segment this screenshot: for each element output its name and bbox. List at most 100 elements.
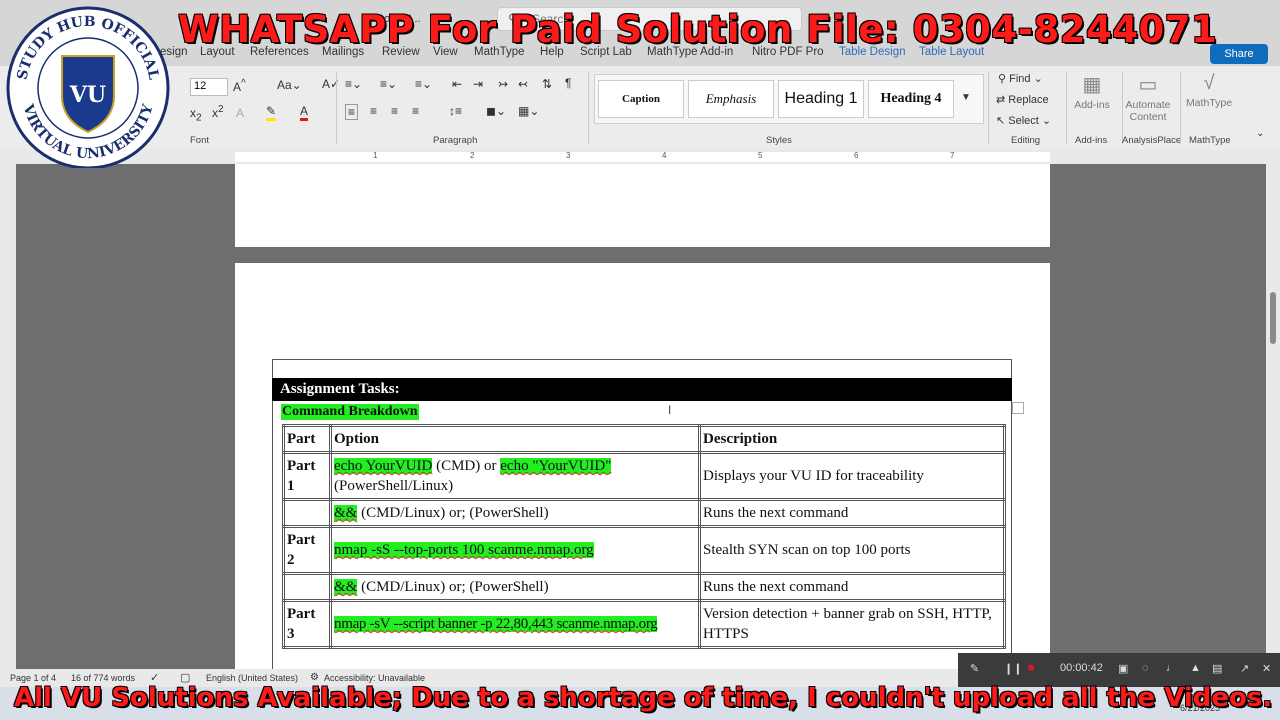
assignment-tasks-header: Assignment Tasks: (272, 378, 1012, 401)
font-size-select[interactable]: 12 (190, 78, 228, 96)
style-caption[interactable]: Caption (598, 80, 684, 118)
pause-icon[interactable]: ❙❙ (1004, 662, 1022, 675)
mathtype-icon: √ (1203, 72, 1215, 94)
divider (988, 72, 989, 144)
part-cell[interactable]: Part 3 (282, 599, 332, 649)
stop-icon[interactable]: ■ (1028, 662, 1035, 674)
font-color-icon[interactable]: A (300, 104, 309, 121)
table-row: Part 2 nmap -sS --top-ports 100 scanme.nm… (282, 525, 1006, 575)
page-count[interactable]: Page 1 of 4 (10, 673, 56, 683)
command-table: Part Option Description Part 1 echo YourV… (282, 424, 1006, 649)
bullets-icon[interactable]: ≡⌄ (345, 77, 362, 91)
page-previous (235, 164, 1050, 247)
style-heading-4[interactable]: Heading 4 (868, 80, 954, 118)
borders-icon[interactable]: ▦⌄ (518, 104, 539, 118)
ruler-number: 7 (950, 151, 955, 160)
styles-more-icon[interactable]: ▼ (961, 92, 971, 103)
table-row: && (CMD/Linux) or; (PowerShell) Runs the… (282, 572, 1006, 602)
option-cell[interactable]: nmap -sV --script banner -p 22,80,443 sc… (329, 599, 701, 649)
vertical-ruler (0, 164, 16, 669)
scrollbar-thumb[interactable] (1270, 292, 1276, 344)
table-row: Part 1 echo YourVUID (CMD) or echo "YourV… (282, 451, 1006, 501)
header-part: Part (282, 424, 332, 454)
shading-icon[interactable]: ◼⌄ (486, 104, 506, 118)
justify-icon[interactable]: ≡ (412, 104, 419, 118)
recording-timer: 00:00:42 (1060, 662, 1103, 674)
header-description: Description (698, 424, 1006, 454)
styles-group-label: Styles (766, 135, 792, 146)
alert-icon[interactable]: ▲ (1190, 662, 1201, 674)
study-hub-logo: STUDY HUB OFFICIAL VIRTUAL UNIVERSITY VU (6, 6, 170, 168)
align-right-icon[interactable]: ≡ (391, 104, 398, 118)
close-icon[interactable]: ✕ (1262, 662, 1271, 675)
description-cell[interactable]: Version detection + banner grab on SSH, … (698, 599, 1006, 649)
align-center-icon[interactable]: ≡ (370, 104, 377, 118)
part-cell[interactable] (282, 498, 332, 528)
table-resize-handle[interactable] (1012, 402, 1024, 414)
select-button[interactable]: ↖ Select ⌄ (996, 114, 1051, 127)
chat-icon[interactable]: ▤ (1212, 662, 1222, 675)
change-case-icon[interactable]: Aa⌄ (277, 78, 302, 92)
ruler-number: 6 (854, 151, 859, 160)
language-status[interactable]: English (United States) (206, 673, 298, 683)
mathtype-group-label: MathType (1189, 135, 1231, 146)
option-cell[interactable]: echo YourVUID (CMD) or echo "YourVUID" (… (329, 451, 701, 501)
speaker-muted-icon[interactable]: ♩ (1166, 662, 1177, 674)
camera-icon[interactable]: ▣ (1118, 662, 1128, 675)
description-cell[interactable]: Runs the next command (698, 498, 1006, 528)
addins-group-label: Add-ins (1075, 135, 1108, 146)
style-emphasis[interactable]: Emphasis (688, 80, 774, 118)
collapse-ribbon-icon[interactable]: ⌄ (1256, 128, 1264, 139)
accessibility-status[interactable]: Accessibility: Unavailable (324, 673, 425, 683)
subscript-icon[interactable]: x2 (190, 106, 202, 123)
mic-muted-icon[interactable]: ◌ (1142, 662, 1149, 674)
mathtype-button[interactable]: √ MathType (1180, 72, 1238, 109)
text-cursor-icon: I (668, 403, 672, 417)
decrease-indent-icon[interactable]: ⇤ (452, 77, 462, 91)
description-cell[interactable]: Stealth SYN scan on top 100 ports (698, 525, 1006, 575)
align-left-icon[interactable]: ≡ (345, 104, 359, 120)
option-cell[interactable]: && (CMD/Linux) or; (PowerShell) (329, 572, 701, 602)
description-cell[interactable]: Runs the next command (698, 572, 1006, 602)
text-effects-icon[interactable]: A (236, 106, 244, 120)
increase-indent-icon[interactable]: ⇥ (473, 77, 483, 91)
numbering-icon[interactable]: ≡⌄ (380, 77, 397, 91)
option-cell[interactable]: nmap -sS --top-ports 100 scanme.nmap.org (329, 525, 701, 575)
part-cell[interactable]: Part 1 (282, 451, 332, 501)
find-button[interactable]: ⚲ Find ⌄ (998, 72, 1043, 85)
ruler-number: 4 (662, 151, 667, 160)
description-cell[interactable]: Displays your VU ID for traceability (698, 451, 1006, 501)
expand-icon[interactable]: ↗ (1240, 662, 1249, 675)
automate-content-button[interactable]: ▭ Automate Content (1119, 72, 1177, 123)
ruler-number: 1 (373, 151, 378, 160)
clear-format-icon[interactable]: A✓ (322, 77, 340, 91)
command-breakdown-heading: Command Breakdown (281, 404, 419, 420)
vertical-scrollbar[interactable] (1266, 164, 1280, 669)
font-group-label: Font (190, 135, 210, 146)
replace-button[interactable]: ⇄ Replace (996, 93, 1049, 106)
divider (336, 72, 337, 144)
style-heading-1[interactable]: Heading 1 (778, 80, 864, 118)
grow-font-icon[interactable]: A^ (233, 78, 246, 94)
line-spacing-icon[interactable]: ↕≡ (449, 104, 462, 118)
addins-button[interactable]: ▦ Add-ins (1063, 72, 1121, 111)
multilevel-list-icon[interactable]: ≡⌄ (415, 77, 432, 91)
show-marks-icon[interactable]: ¶ (565, 76, 571, 90)
word-count[interactable]: 16 of 774 words (71, 673, 135, 683)
addins-icon: ▦ (1082, 74, 1102, 96)
part-cell[interactable] (282, 572, 332, 602)
accessibility-icon: ⚙ (310, 672, 319, 683)
rtl-icon[interactable]: ↢ (518, 77, 528, 91)
ruler-number: 3 (566, 151, 571, 160)
highlight-color-icon[interactable]: ✎ (266, 104, 277, 121)
superscript-icon[interactable]: x2 (212, 104, 224, 120)
svg-text:VU: VU (69, 82, 106, 108)
table-row: Part 3 nmap -sV --script banner -p 22,80,… (282, 599, 1006, 649)
part-cell[interactable]: Part 2 (282, 525, 332, 575)
ltr-icon[interactable]: ↣ (498, 77, 508, 91)
sort-icon[interactable]: ⇅ (542, 77, 552, 91)
ruler-number: 5 (758, 151, 763, 160)
share-button[interactable]: Share (1210, 44, 1268, 64)
option-cell[interactable]: && (CMD/Linux) or; (PowerShell) (329, 498, 701, 528)
pen-icon[interactable]: ✎ (970, 662, 979, 675)
